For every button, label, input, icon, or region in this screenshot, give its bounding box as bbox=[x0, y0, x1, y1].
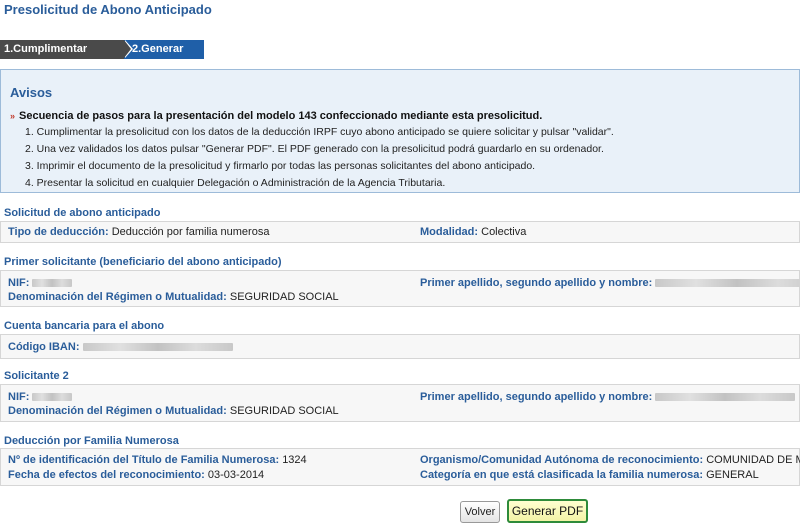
page-title: Presolicitud de Abono Anticipado bbox=[4, 2, 212, 17]
avisos-panel: Avisos » Secuencia de pasos para la prese… bbox=[0, 69, 800, 193]
field-iban: Código IBAN: bbox=[8, 341, 233, 353]
section-title-primer-solicitante: Primer solicitante (beneficiario del abo… bbox=[4, 256, 282, 268]
redacted-value bbox=[82, 343, 233, 352]
redacted-value bbox=[32, 279, 73, 288]
section-familia: Nº de identificación del Título de Famil… bbox=[0, 448, 800, 486]
field-nombre: Primer apellido, segundo apellido y nomb… bbox=[420, 391, 796, 403]
field-organismo: Organismo/Comunidad Autónoma de reconoci… bbox=[420, 454, 800, 466]
field-label: Código IBAN: bbox=[8, 341, 80, 353]
field-label: Nº de identificación del Título de Famil… bbox=[8, 454, 280, 466]
field-titulo-familia: Nº de identificación del Título de Famil… bbox=[8, 454, 307, 466]
field-label: Primer apellido, segundo apellido y nomb… bbox=[420, 391, 653, 403]
bullet-icon: » bbox=[10, 111, 16, 121]
field-label: NIF: bbox=[8, 277, 30, 289]
generar-pdf-button[interactable]: Generar PDF bbox=[507, 499, 588, 523]
field-label: Modalidad: bbox=[420, 226, 479, 238]
field-label: Organismo/Comunidad Autónoma de reconoci… bbox=[420, 454, 704, 466]
field-label: Fecha de efectos del reconocimiento: bbox=[8, 469, 205, 481]
field-value: Colectiva bbox=[481, 226, 527, 238]
section-title-solicitante-2: Solicitante 2 bbox=[4, 370, 69, 382]
avisos-step: 4. Presentar la solicitud en cualquier D… bbox=[25, 177, 446, 189]
step-arrow-icon bbox=[124, 40, 131, 58]
wizard-steps: 1.Cumplimentar Solicitud 2.Generar PDF bbox=[0, 40, 204, 74]
field-value: SEGURIDAD SOCIAL bbox=[229, 291, 339, 303]
redacted-value bbox=[655, 279, 800, 288]
avisos-step: 1. Cumplimentar la presolicitud con los … bbox=[25, 126, 614, 138]
redacted-value bbox=[32, 393, 73, 402]
volver-button[interactable]: Volver bbox=[460, 501, 500, 523]
field-label: NIF: bbox=[8, 391, 30, 403]
field-modalidad: Modalidad: Colectiva bbox=[420, 226, 526, 238]
field-label: Denominación del Régimen o Mutualidad: bbox=[8, 405, 227, 417]
field-fecha-efectos: Fecha de efectos del reconocimiento: 03-… bbox=[8, 469, 264, 481]
section-title-cuenta: Cuenta bancaria para el abono bbox=[4, 320, 165, 332]
field-regimen: Denominación del Régimen o Mutualidad: S… bbox=[8, 291, 339, 303]
field-tipo-deduccion: Tipo de deducción: Deducción por familia… bbox=[8, 226, 269, 238]
avisos-title: Avisos bbox=[10, 85, 53, 100]
field-regimen: Denominación del Régimen o Mutualidad: S… bbox=[8, 405, 339, 417]
field-value: COMUNIDAD DE MADRID bbox=[706, 454, 800, 466]
field-label: Categoría en que está clasificada la fam… bbox=[420, 469, 704, 481]
field-value: GENERAL bbox=[706, 469, 759, 481]
section-solicitante-2: NIF: Primer apellido, segundo apellido y… bbox=[0, 384, 800, 422]
field-label: Denominación del Régimen o Mutualidad: bbox=[8, 291, 227, 303]
field-value: Deducción por familia numerosa bbox=[111, 226, 270, 238]
field-categoria: Categoría en que está clasificada la fam… bbox=[420, 469, 759, 481]
step-generar-pdf: 2.Generar PDF bbox=[124, 40, 204, 74]
field-value: 03-03-2014 bbox=[207, 469, 265, 481]
section-solicitud: Tipo de deducción: Deducción por familia… bbox=[0, 221, 800, 243]
section-title-familia: Deducción por Familia Numerosa bbox=[4, 435, 179, 447]
field-label: Primer apellido, segundo apellido y nomb… bbox=[420, 277, 653, 289]
field-nombre: Primer apellido, segundo apellido y nomb… bbox=[420, 277, 800, 289]
section-cuenta: Código IBAN: bbox=[0, 334, 800, 359]
avisos-lead-text: Secuencia de pasos para la presentación … bbox=[19, 110, 543, 122]
field-value: 1324 bbox=[282, 454, 307, 466]
field-value: SEGURIDAD SOCIAL bbox=[229, 405, 339, 417]
avisos-step: 3. Imprimir el documento de la presolici… bbox=[25, 160, 536, 172]
section-title-solicitud: Solicitud de abono anticipado bbox=[4, 207, 161, 219]
section-primer-solicitante: NIF: Primer apellido, segundo apellido y… bbox=[0, 270, 800, 307]
avisos-lead: » Secuencia de pasos para la presentación… bbox=[10, 110, 542, 122]
avisos-step: 2. Una vez validados los datos pulsar "G… bbox=[25, 143, 604, 155]
field-label: Tipo de deducción: bbox=[8, 226, 109, 238]
redacted-value bbox=[655, 393, 796, 402]
step-cumplimentar: 1.Cumplimentar Solicitud bbox=[0, 40, 133, 74]
field-nif: NIF: bbox=[8, 391, 73, 403]
field-nif: NIF: bbox=[8, 277, 73, 289]
